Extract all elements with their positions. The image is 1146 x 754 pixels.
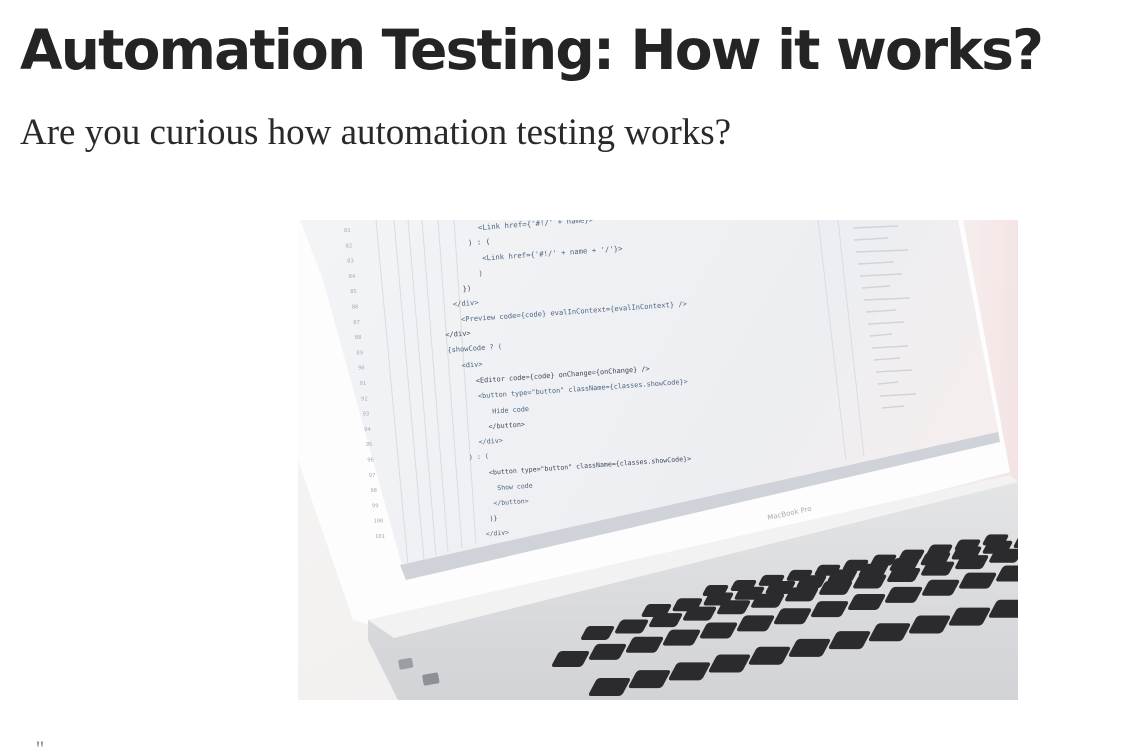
quote-mark: '' [36,736,44,754]
line-number: 100 [373,519,383,525]
line-number: 88 [355,335,362,341]
code-line: </div> [453,298,479,309]
code-line: <div> [461,360,482,369]
article-subtitle: Are you curious how automation testing w… [20,112,732,153]
code-line: )} [489,514,497,523]
code-line: }) [462,284,471,294]
article-title: Automation Testing: How it works? [20,18,1044,82]
line-number: 84 [349,274,356,280]
line-number: 82 [346,243,353,249]
code-line: ) : ( [469,452,490,461]
line-number: 98 [370,488,377,494]
line-number: 94 [364,427,371,433]
hero-image: <Link href={'#!/' + name}>) : (<Link hre… [298,220,1018,700]
line-number: 99 [372,503,379,509]
code-line: ) [478,269,483,278]
line-number: 101 [375,534,385,540]
line-number: 83 [347,259,354,265]
line-number: 86 [352,305,359,311]
line-number: 89 [356,350,363,356]
code-line: </div> [486,528,510,538]
code-line: </div> [445,328,471,339]
laptop-illustration: <Link href={'#!/' + name}>) : (<Link hre… [298,220,1018,700]
line-number: 90 [358,366,365,372]
code-line: ) : ( [468,237,491,248]
line-number: 81 [344,228,351,234]
line-number: 93 [363,412,370,418]
line-number: 96 [367,458,374,464]
line-number: 95 [366,442,373,448]
line-number: 87 [353,320,360,326]
line-number: 97 [369,473,376,479]
line-number: 91 [360,381,367,387]
code-line: </div> [478,437,503,447]
line-number: 85 [350,289,357,295]
line-number: 92 [361,396,368,402]
